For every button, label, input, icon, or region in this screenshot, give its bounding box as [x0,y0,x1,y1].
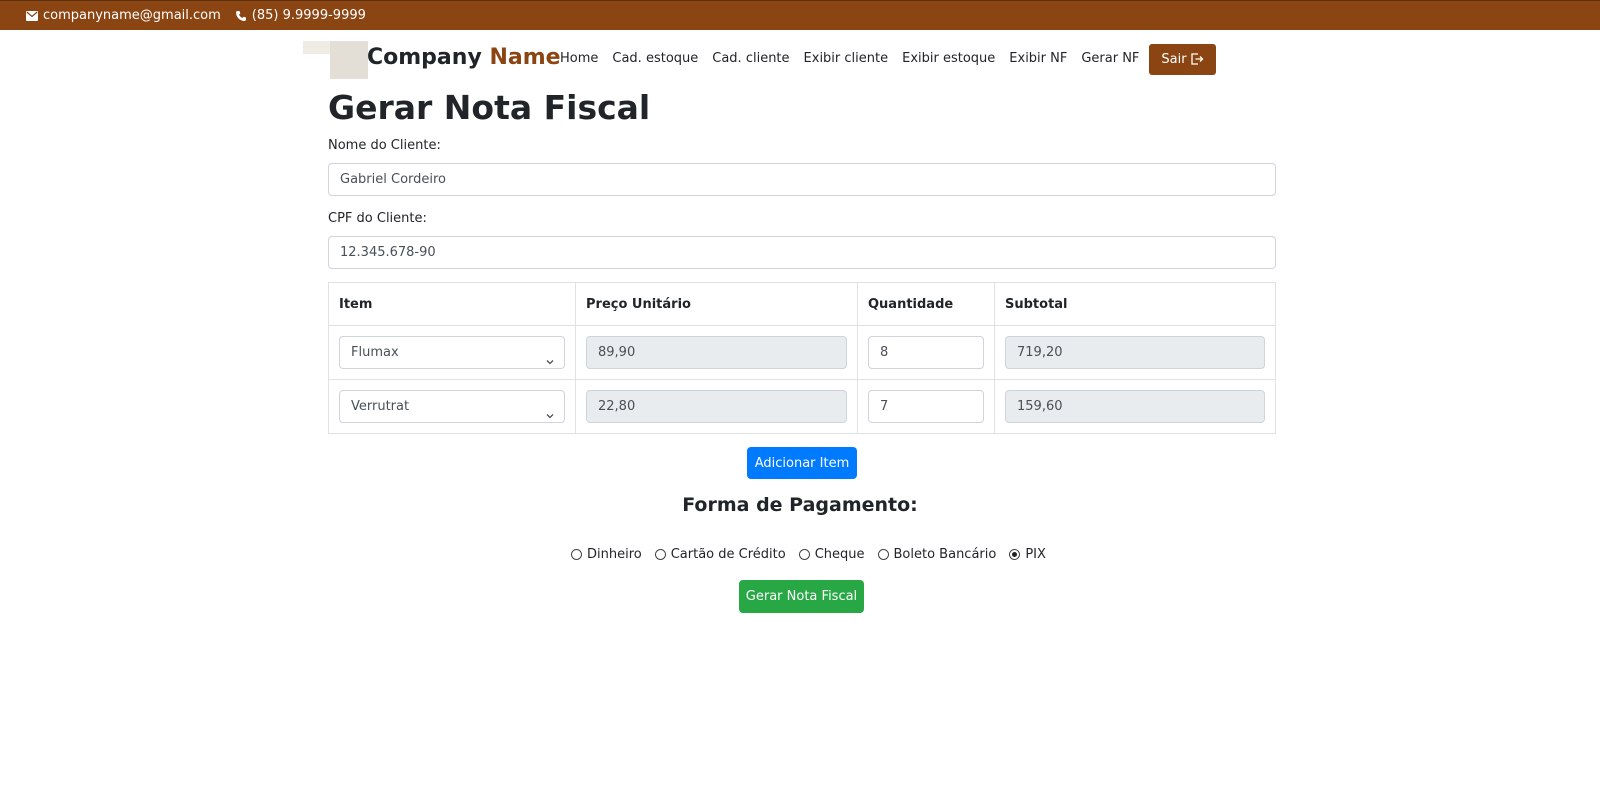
table-row: Flumax 89,90 8 719,20 [328,325,1276,380]
email-contact[interactable]: companyname@gmail.com [26,8,221,23]
subtotal-field: 159,60 [1005,390,1265,423]
unit-price-field: 22,80 [586,390,847,423]
add-item-button[interactable]: Adicionar Item [747,447,857,479]
table-row: Verrutrat 22,80 7 159,60 [328,379,1276,434]
items-table: Item Preço Unitário Quantidade Subtotal … [328,282,1276,434]
payment-option-label: PIX [1025,547,1046,562]
client-cpf-label: CPF do Cliente: [328,211,427,226]
payment-option-pix[interactable]: PIX [1009,547,1046,562]
item-cell: Flumax [328,325,576,380]
logout-icon [1190,52,1204,66]
nav-link-gerar-nf[interactable]: Gerar NF [1081,43,1139,75]
header-item: Item [328,282,576,326]
header-quantity: Quantidade [857,282,995,326]
nav-link-exibir-nf[interactable]: Exibir NF [1009,43,1067,75]
payment-option-cheque[interactable]: Cheque [798,547,865,562]
subtotal-field: 719,20 [1005,336,1265,369]
client-name-input[interactable]: Gabriel Cordeiro [328,163,1276,196]
payment-options: Dinheiro Cartão de Crédito Cheque Boleto… [571,547,1059,562]
brand-accent-text: Name [489,45,561,70]
item-cell: Verrutrat [328,379,576,434]
price-cell: 22,80 [575,379,858,434]
client-cpf-input[interactable]: 12.345.678-90 [328,236,1276,269]
phone-text: (85) 9.9999-9999 [251,8,366,23]
payment-option-boleto[interactable]: Boleto Bancário [877,547,997,562]
logo-image[interactable] [303,41,368,79]
item-select[interactable]: Verrutrat [339,390,565,423]
nav-link-exibir-cliente[interactable]: Exibir cliente [804,43,889,75]
phone-contact[interactable]: (85) 9.9999-9999 [235,8,366,23]
quantity-cell: 8 [857,325,995,380]
radio-button[interactable] [877,549,889,560]
payment-option-label: Boleto Bancário [893,547,997,562]
top-contact-bar: companyname@gmail.com (85) 9.9999-9999 [0,0,1600,30]
radio-button-selected[interactable] [1009,549,1021,560]
payment-option-cartao-credito[interactable]: Cartão de Crédito [654,547,786,562]
header-unit-price: Preço Unitário [575,282,858,326]
table-header-row: Item Preço Unitário Quantidade Subtotal [328,282,1276,326]
radio-button[interactable] [654,549,666,560]
nav-link-cad-estoque[interactable]: Cad. estoque [612,43,698,75]
page-title: Gerar Nota Fiscal [328,88,651,127]
quantity-input[interactable]: 8 [868,336,984,369]
phone-icon [235,10,247,22]
quantity-cell: 7 [857,379,995,434]
chevron-down-icon [545,402,555,419]
generate-invoice-button[interactable]: Gerar Nota Fiscal [739,580,864,613]
item-select-value: Verrutrat [351,399,410,414]
chevron-down-icon [545,348,555,365]
nav-link-cad-cliente[interactable]: Cad. cliente [712,43,789,75]
logout-label: Sair [1161,51,1187,67]
quantity-input[interactable]: 7 [868,390,984,423]
envelope-icon [26,10,38,22]
client-name-label: Nome do Cliente: [328,138,441,153]
radio-button[interactable] [571,549,582,560]
logout-button[interactable]: Sair [1149,43,1216,75]
unit-price-field: 89,90 [586,336,847,369]
nav-link-home[interactable]: Home [560,43,598,75]
payment-option-dinheiro[interactable]: Dinheiro [571,547,642,562]
subtotal-cell: 159,60 [994,379,1276,434]
email-text: companyname@gmail.com [43,8,221,23]
nav-menu: Home Cad. estoque Cad. cliente Exibir cl… [560,43,1216,75]
payment-title: Forma de Pagamento: [682,494,918,516]
subtotal-cell: 719,20 [994,325,1276,380]
payment-option-label: Cheque [814,547,865,562]
payment-option-label: Dinheiro [587,547,642,562]
nav-link-exibir-estoque[interactable]: Exibir estoque [902,43,995,75]
brand-name[interactable]: Company Name [367,45,561,70]
payment-option-label: Cartão de Crédito [670,547,786,562]
item-select[interactable]: Flumax [339,336,565,369]
radio-button[interactable] [798,549,810,560]
item-select-value: Flumax [351,345,399,360]
brand-main-text: Company [367,45,482,70]
navbar: Company Name Home Cad. estoque Cad. clie… [0,30,1600,88]
price-cell: 89,90 [575,325,858,380]
header-subtotal: Subtotal [994,282,1276,326]
